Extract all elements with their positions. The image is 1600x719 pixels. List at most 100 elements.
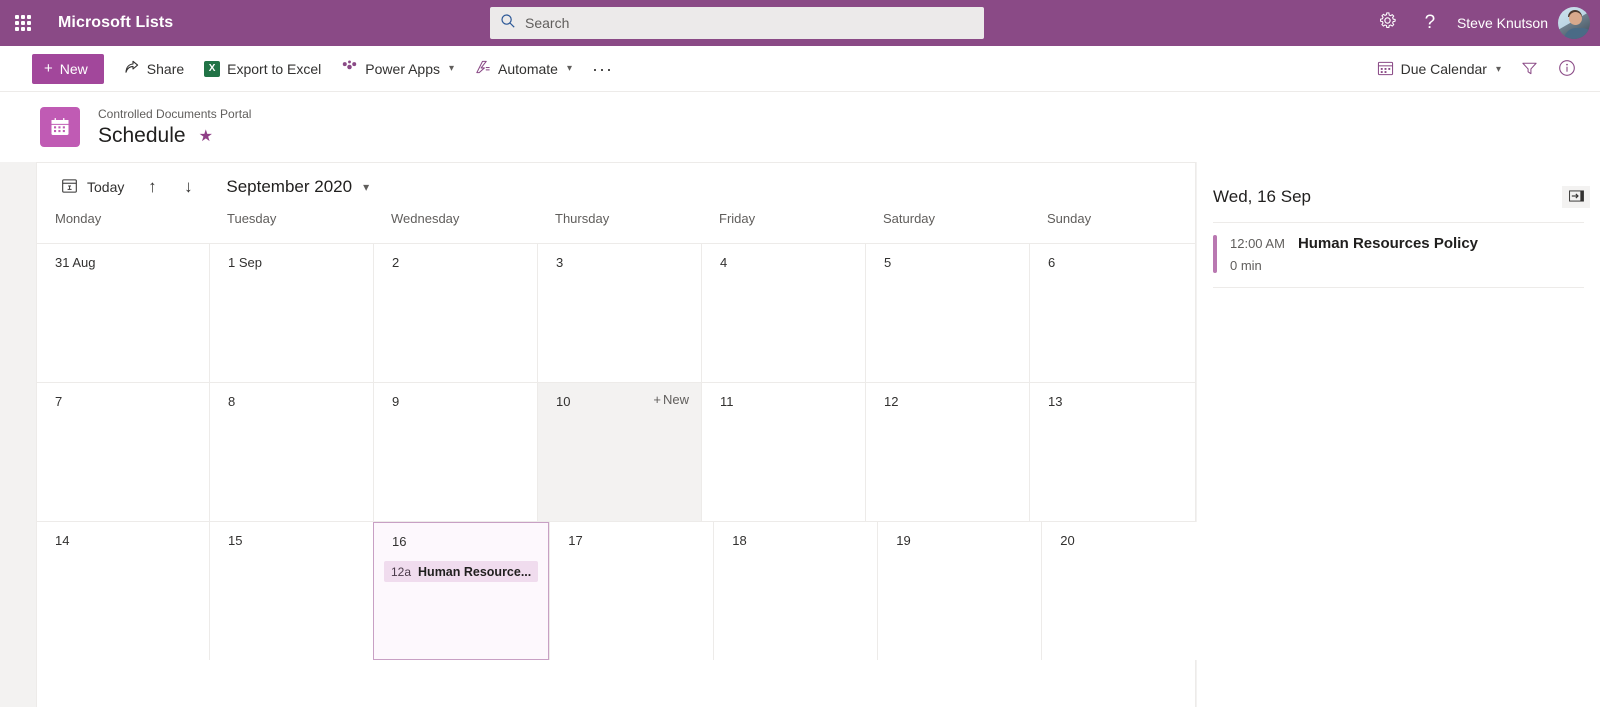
settings-button[interactable]	[1367, 0, 1409, 46]
calendar-day-cell[interactable]: 6	[1029, 244, 1193, 382]
month-label: September 2020	[226, 177, 353, 196]
today-button[interactable]: Today	[53, 171, 132, 203]
search-input[interactable]	[525, 15, 974, 31]
detail-panel-header: Wed, 16 Sep	[1197, 172, 1600, 222]
app-launcher-button[interactable]	[0, 0, 46, 46]
suite-brand[interactable]: Microsoft Lists	[58, 14, 173, 32]
detail-panel-event[interactable]: 12:00 AM Human Resources Policy 0 min	[1197, 223, 1600, 287]
calendar-day-cell[interactable]: 16 12a Human Resource...	[373, 522, 550, 660]
plus-icon: +	[653, 392, 661, 407]
calendar-day-cell[interactable]: 15	[209, 522, 373, 660]
question-mark-icon: ?	[1424, 12, 1436, 33]
calendar-icon	[1377, 60, 1394, 79]
calendar-day-cell[interactable]: 8	[209, 383, 373, 521]
page-header: Controlled Documents Portal Schedule ★	[0, 92, 1600, 162]
avatar[interactable]	[1558, 7, 1590, 39]
add-event-label: New	[662, 392, 689, 407]
calendar-view: Today ↑ ↓ September 2020 ▾ Monday Tuesda…	[36, 162, 1206, 707]
gear-icon	[1378, 11, 1397, 35]
title-block: Controlled Documents Portal Schedule ★	[98, 107, 251, 148]
chevron-down-icon: ▾	[566, 63, 573, 74]
calendar-day-cell[interactable]: 3	[537, 244, 701, 382]
breadcrumb[interactable]: Controlled Documents Portal	[98, 107, 251, 121]
view-selector-button[interactable]: Due Calendar ▾	[1367, 49, 1511, 89]
calendar-day-cell[interactable]: 11	[701, 383, 865, 521]
suite-header: Microsoft Lists ? Steve Knutson	[0, 0, 1600, 46]
calendar-day-cell[interactable]: 7	[37, 383, 209, 521]
calendar-week-row: 31 Aug 1 Sep 2 3 4 5 6	[37, 243, 1195, 382]
power-apps-label: Power Apps	[365, 60, 441, 77]
event-title: Human Resources Policy	[1297, 235, 1479, 252]
title-row: Schedule ★	[98, 124, 251, 148]
suite-header-actions: ? Steve Knutson	[1367, 0, 1600, 46]
calendar-day-cell[interactable]: 1 Sep	[209, 244, 373, 382]
info-button[interactable]	[1548, 49, 1586, 89]
collapse-panel-button[interactable]	[1562, 186, 1590, 208]
calendar-day-cell[interactable]: 9	[373, 383, 537, 521]
search-box[interactable]	[490, 7, 984, 39]
event-time: 12:00 AM	[1230, 236, 1285, 251]
calendar-toolbar: Today ↑ ↓ September 2020 ▾	[37, 163, 1195, 211]
event-primary-line: 12:00 AM Human Resources Policy	[1230, 235, 1478, 252]
info-icon	[1558, 59, 1576, 80]
day-number: 11	[720, 394, 734, 409]
day-number: 2	[392, 255, 400, 270]
previous-period-button[interactable]: ↑	[136, 171, 168, 203]
collapse-panel-icon	[1568, 189, 1584, 205]
calendar-day-cell[interactable]: 18	[713, 522, 878, 660]
day-number: 31 Aug	[55, 255, 96, 270]
chevron-down-icon: ▾	[1495, 63, 1501, 75]
weekday-saturday: Saturday	[883, 211, 936, 226]
add-event-link[interactable]: + New	[653, 392, 689, 407]
day-number: 13	[1048, 394, 1063, 409]
next-period-button[interactable]: ↓	[172, 171, 204, 203]
day-number: 9	[392, 394, 400, 409]
day-detail-panel: Wed, 16 Sep 12:00 AM Human Resources Poli…	[1196, 162, 1600, 707]
day-number: 6	[1048, 255, 1056, 270]
weekday-wednesday: Wednesday	[391, 211, 460, 226]
power-apps-button[interactable]: Power Apps ▾	[331, 49, 464, 89]
overflow-menu-button[interactable]: ···	[582, 49, 623, 89]
user-name[interactable]: Steve Knutson	[1457, 15, 1548, 31]
automate-label: Automate	[498, 60, 558, 77]
page-title: Schedule	[98, 123, 186, 147]
day-number: 10	[556, 394, 571, 409]
calendar-day-cell[interactable]: 31 Aug	[37, 244, 209, 382]
filter-button[interactable]	[1511, 49, 1548, 89]
content-area: Today ↑ ↓ September 2020 ▾ Monday Tuesda…	[0, 162, 1600, 707]
calendar-event-chip[interactable]: 12a Human Resource...	[384, 561, 539, 582]
calendar-day-cell[interactable]: 20	[1041, 522, 1206, 660]
calendar-day-cell[interactable]: 4	[701, 244, 865, 382]
day-number: 8	[228, 394, 236, 409]
search-icon	[500, 13, 516, 34]
chevron-down-icon: ▾	[449, 63, 455, 74]
day-number: 7	[55, 394, 63, 409]
share-button[interactable]: Share	[114, 49, 194, 89]
favorite-star-icon[interactable]: ★	[199, 126, 213, 146]
event-title: Human Resource...	[418, 564, 532, 579]
new-button[interactable]: + New	[32, 53, 104, 84]
month-selector-button[interactable]: September 2020 ▾	[220, 171, 375, 203]
export-to-excel-label: Export to Excel	[227, 60, 322, 77]
weekday-sunday: Sunday	[1047, 211, 1092, 226]
event-duration: 0 min	[1230, 258, 1262, 273]
automate-icon	[474, 59, 491, 78]
calendar-day-cell[interactable]: 17	[549, 522, 714, 660]
calendar-day-cell[interactable]: 2	[373, 244, 537, 382]
day-number: 15	[228, 533, 243, 548]
excel-icon: X	[204, 60, 221, 77]
detail-panel-date: Wed, 16 Sep	[1213, 187, 1311, 206]
export-to-excel-button[interactable]: X Export to Excel	[194, 49, 331, 89]
calendar-day-cell[interactable]: 14	[37, 522, 209, 660]
calendar-day-cell[interactable]: 5	[865, 244, 1029, 382]
automate-button[interactable]: Automate ▾	[464, 49, 582, 89]
calendar-week-row: 7 8 9 10 + New 11 12 13	[37, 382, 1195, 521]
calendar-day-cell[interactable]: 19	[877, 522, 1042, 660]
weekday-tuesday: Tuesday	[227, 211, 277, 226]
calendar-day-cell[interactable]: 12	[865, 383, 1029, 521]
today-calendar-icon	[61, 177, 78, 197]
calendar-day-cell[interactable]: 13	[1029, 383, 1193, 521]
help-button[interactable]: ?	[1409, 0, 1451, 46]
arrow-down-icon: ↓	[184, 177, 193, 196]
calendar-day-cell[interactable]: 10 + New	[537, 383, 701, 521]
